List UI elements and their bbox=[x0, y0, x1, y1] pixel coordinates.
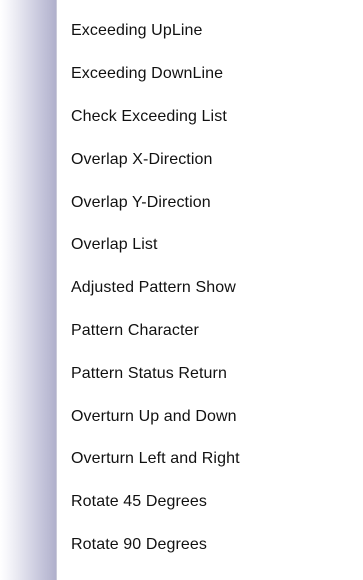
menu-item-exceeding-upline[interactable]: Exceeding UpLine bbox=[0, 10, 363, 53]
menu-item-label: Pattern Character bbox=[71, 321, 199, 339]
menu-item-pattern-character[interactable]: Pattern Character bbox=[0, 310, 363, 353]
menu-item-list: Exceeding UpLine Exceeding DownLine Chec… bbox=[0, 10, 363, 566]
context-menu: Exceeding UpLine Exceeding DownLine Chec… bbox=[0, 0, 363, 580]
menu-item-overlap-list[interactable]: Overlap List bbox=[0, 224, 363, 267]
menu-item-overturn-up-and-down[interactable]: Overturn Up and Down bbox=[0, 395, 363, 438]
menu-item-label: Overturn Left and Right bbox=[71, 450, 240, 468]
menu-item-label: Adjusted Pattern Show bbox=[71, 279, 236, 297]
menu-item-label: Overlap Y-Direction bbox=[71, 193, 211, 211]
menu-item-rotate-90-degrees[interactable]: Rotate 90 Degrees bbox=[0, 524, 363, 567]
menu-item-pattern-status-return[interactable]: Pattern Status Return bbox=[0, 352, 363, 395]
menu-item-label: Pattern Status Return bbox=[71, 364, 227, 382]
menu-item-overlap-y-direction[interactable]: Overlap Y-Direction bbox=[0, 181, 363, 224]
menu-item-overturn-left-and-right[interactable]: Overturn Left and Right bbox=[0, 438, 363, 481]
menu-item-exceeding-downline[interactable]: Exceeding DownLine bbox=[0, 53, 363, 96]
menu-item-label: Rotate 90 Degrees bbox=[71, 535, 208, 553]
menu-item-label: Exceeding DownLine bbox=[71, 65, 224, 83]
menu-item-check-exceeding-list[interactable]: Check Exceeding List bbox=[0, 96, 363, 139]
menu-item-rotate-45-degrees[interactable]: Rotate 45 Degrees bbox=[0, 481, 363, 524]
menu-item-overlap-x-direction[interactable]: Overlap X-Direction bbox=[0, 138, 363, 181]
menu-item-label: Overlap X-Direction bbox=[71, 150, 213, 168]
menu-item-label: Check Exceeding List bbox=[71, 107, 227, 125]
menu-item-label: Rotate 45 Degrees bbox=[71, 493, 208, 511]
menu-item-label: Exceeding UpLine bbox=[71, 22, 203, 40]
menu-item-adjusted-pattern-show[interactable]: Adjusted Pattern Show bbox=[0, 267, 363, 310]
menu-item-label: Overlap List bbox=[71, 236, 158, 254]
menu-item-label: Overturn Up and Down bbox=[71, 407, 237, 425]
